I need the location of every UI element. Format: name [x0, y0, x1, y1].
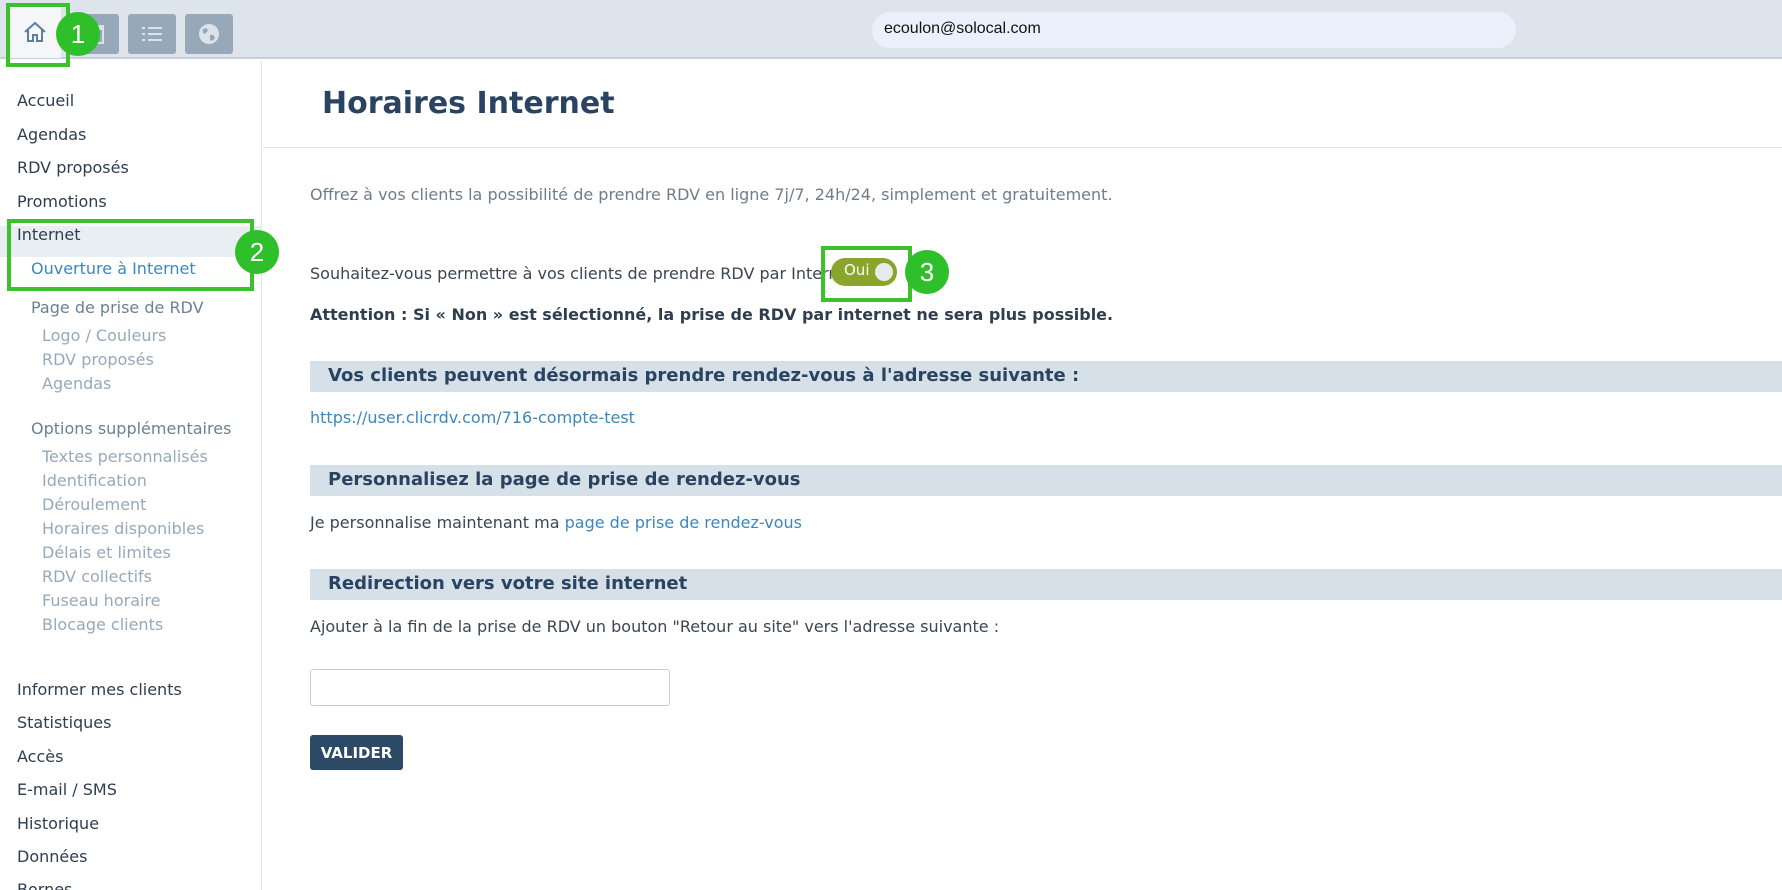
sidebar-item-deroulement[interactable]: Déroulement [42, 495, 146, 514]
intro-text: Offrez à vos clients la possibilité de p… [310, 185, 1113, 204]
annotation-badge-3: 3 [905, 250, 949, 294]
sidebar-group-page-prise-rdv[interactable]: Page de prise de RDV [31, 298, 204, 317]
booking-url-link[interactable]: https://user.clicrdv.com/716-compte-test [310, 408, 635, 427]
list-icon [142, 27, 162, 41]
attention-warning: Attention : Si « Non » est sélectionné, … [310, 305, 1114, 324]
section-title: Vos clients peuvent désormais prendre re… [328, 365, 1080, 386]
sidebar-item-delais-limites[interactable]: Délais et limites [42, 543, 171, 562]
page-title: Horaires Internet [322, 86, 615, 121]
sidebar-item-acces[interactable]: Accès [17, 747, 63, 766]
annotation-box-3 [821, 246, 912, 302]
sidebar-item-email-sms[interactable]: E-mail / SMS [17, 780, 117, 799]
sidebar-item-rdv-proposes-sub[interactable]: RDV proposés [42, 350, 154, 369]
sidebar-item-promotions[interactable]: Promotions [17, 192, 107, 211]
globe-icon [199, 24, 219, 44]
sidebar-item-accueil[interactable]: Accueil [17, 91, 74, 110]
section-title: Redirection vers votre site internet [328, 573, 688, 594]
sidebar-item-textes-personnalises[interactable]: Textes personnalisés [42, 447, 208, 466]
sidebar-item-agendas[interactable]: Agendas [17, 125, 86, 144]
internet-booking-question: Souhaitez-vous permettre à vos clients d… [310, 264, 869, 283]
user-email-field[interactable]: ecoulon@solocal.com [872, 12, 1516, 48]
title-divider [263, 147, 1782, 148]
sidebar-item-statistiques[interactable]: Statistiques [17, 713, 111, 732]
annotation-box-2 [7, 219, 254, 291]
personalize-text: Je personnalise maintenant ma [310, 513, 560, 532]
section-redirect: Redirection vers votre site internet [310, 569, 1782, 600]
section-title: Personnalisez la page de prise de rendez… [328, 469, 801, 490]
annotation-badge-1: 1 [56, 12, 100, 56]
section-booking-address: Vos clients peuvent désormais prendre re… [310, 361, 1782, 392]
sidebar-item-rdv-collectifs[interactable]: RDV collectifs [42, 567, 152, 586]
main-content: Horaires Internet Offrez à vos clients l… [263, 61, 1782, 890]
annotation-badge-2: 2 [235, 230, 279, 274]
redirect-url-input[interactable] [310, 669, 670, 706]
sidebar-item-informer-clients[interactable]: Informer mes clients [17, 680, 182, 699]
personalize-page-link[interactable]: page de prise de rendez-vous [565, 513, 802, 532]
sidebar: Accueil Agendas RDV proposés Promotions … [0, 61, 262, 890]
sidebar-item-agendas-sub[interactable]: Agendas [42, 374, 111, 393]
sidebar-item-rdv-proposes[interactable]: RDV proposés [17, 158, 129, 177]
sidebar-item-bornes[interactable]: Bornes [17, 880, 72, 890]
sidebar-item-blocage-clients[interactable]: Blocage clients [42, 615, 163, 634]
sidebar-item-logo-couleurs[interactable]: Logo / Couleurs [42, 326, 166, 345]
personalize-line: Je personnalise maintenant ma page de pr… [310, 513, 802, 532]
sidebar-group-options[interactable]: Options supplémentaires [31, 419, 231, 438]
valider-button[interactable]: VALIDER [310, 735, 403, 770]
globe-button[interactable] [185, 14, 233, 54]
sidebar-item-identification[interactable]: Identification [42, 471, 147, 490]
user-email: ecoulon@solocal.com [884, 20, 1041, 37]
sidebar-item-fuseau-horaire[interactable]: Fuseau horaire [42, 591, 161, 610]
redirect-text: Ajouter à la fin de la prise de RDV un b… [310, 617, 1000, 636]
sidebar-item-historique[interactable]: Historique [17, 814, 99, 833]
list-button[interactable] [128, 14, 176, 54]
section-personalize: Personnalisez la page de prise de rendez… [310, 465, 1782, 496]
sidebar-item-donnees[interactable]: Données [17, 847, 87, 866]
top-bar: ecoulon@solocal.com [0, 0, 1782, 59]
sidebar-item-horaires-disponibles[interactable]: Horaires disponibles [42, 519, 204, 538]
